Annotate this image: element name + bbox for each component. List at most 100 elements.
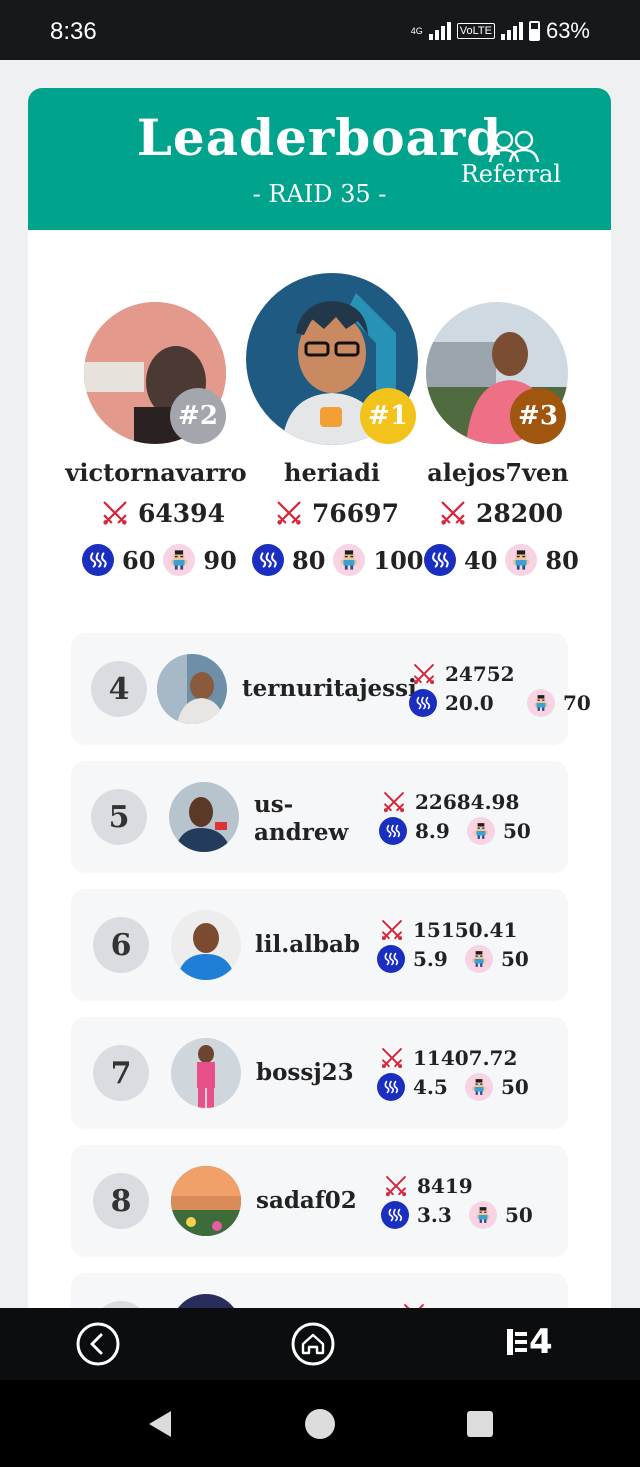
logo-digit: 4 (529, 1322, 553, 1362)
row-score: 11407.72 (379, 1045, 517, 1071)
steem-coin-icon (377, 945, 405, 973)
score-value: 24752 (445, 662, 515, 686)
rank-badge: #2 (170, 388, 226, 444)
pixel-avatar-icon (465, 945, 493, 973)
pixel-value: 80 (545, 545, 579, 575)
score-value: 8419 (417, 1174, 473, 1198)
pixel-value: 50 (501, 1075, 529, 1099)
steem-value: 60 (122, 545, 156, 575)
steem-coin-icon (252, 544, 284, 576)
podium-score: 28200 (438, 498, 563, 528)
leaderboard-row[interactable]: 6 lil.albab 15150.41 5.9 50 (71, 889, 568, 1001)
rank-number: 7 (93, 1045, 149, 1101)
username[interactable]: lil.albab (255, 931, 360, 958)
avatar[interactable] (171, 1038, 241, 1108)
row-score: 22684.98 (381, 789, 519, 815)
avatar[interactable] (157, 654, 227, 724)
score-value: 28200 (476, 498, 563, 528)
crossed-swords-icon (379, 1045, 405, 1071)
pixel-avatar-icon (163, 544, 196, 576)
pixel-avatar-icon (505, 544, 538, 576)
volte-badge: VoLTE (456, 23, 495, 39)
steem-value: 5.9 (413, 947, 448, 971)
podium-name[interactable]: alejos7ven (398, 458, 598, 487)
status-icons: 4G VoLTE 63% (411, 18, 590, 44)
home-circle-icon[interactable] (304, 1408, 336, 1440)
podium-score: 76697 (274, 498, 399, 528)
crossed-swords-icon (379, 917, 405, 943)
row-rewards: 3.3 50 (381, 1201, 533, 1229)
pixel-value: 50 (505, 1203, 533, 1227)
username-line: us- (254, 791, 294, 818)
rank-number: 6 (93, 917, 149, 973)
steem-coin-icon (381, 1201, 409, 1229)
score-value: 22684.98 (415, 790, 520, 814)
users-icon[interactable] (486, 128, 542, 164)
podium-name[interactable]: victornavarro (56, 458, 256, 487)
referral-link[interactable]: Referral (461, 160, 561, 188)
podium-score: 64394 (100, 498, 225, 528)
username-line: andrew (254, 819, 349, 846)
leaderboard-header: Leaderboard - RAID 35 - Referral (28, 88, 611, 230)
signal-icon (428, 22, 451, 40)
leaderboard-row[interactable]: 4 ternuritajessi 24752 20.0 70 (71, 633, 591, 745)
crossed-swords-icon (438, 498, 468, 528)
row-score: 8419 (383, 1173, 473, 1199)
steem-value: 4.5 (413, 1075, 448, 1099)
status-time: 8:36 (50, 18, 97, 45)
avatar[interactable] (171, 910, 241, 980)
pixel-avatar-icon (527, 689, 555, 717)
username[interactable]: ternuritajessi (242, 675, 417, 702)
steem-coin-icon (379, 817, 407, 845)
username[interactable]: sadaf02 (256, 1187, 357, 1214)
steem-coin-icon (82, 544, 114, 576)
row-rewards: 4.5 50 (377, 1073, 529, 1101)
crossed-swords-icon (383, 1173, 409, 1199)
home-icon[interactable] (290, 1321, 336, 1367)
score-value: 11407.72 (413, 1046, 518, 1070)
app-logo[interactable]: H4 4 (505, 1322, 553, 1362)
pixel-value: 90 (203, 545, 237, 575)
steem-coin-icon (377, 1073, 405, 1101)
recents-square-icon[interactable] (466, 1410, 494, 1438)
pixel-avatar-icon (469, 1201, 497, 1229)
avatar[interactable] (169, 782, 239, 852)
pixel-value: 50 (501, 947, 529, 971)
rank-number: 4 (91, 661, 147, 717)
pixel-avatar-icon (333, 544, 366, 576)
leaderboard-row[interactable]: 7 bossj23 11407.72 4.5 50 (71, 1017, 568, 1129)
steem-value: 80 (292, 545, 326, 575)
row-rewards: 20.0 70 (409, 689, 591, 717)
crossed-swords-icon (100, 498, 130, 528)
network-type: 4G (410, 25, 423, 36)
pixel-avatar-icon (465, 1073, 493, 1101)
username[interactable]: us- andrew (254, 791, 348, 847)
system-navigation-bar (0, 1380, 640, 1467)
pixel-value: 50 (503, 819, 531, 843)
back-triangle-icon[interactable] (145, 1408, 175, 1440)
crossed-swords-icon (411, 661, 437, 687)
row-score: 24752 (411, 661, 515, 687)
username[interactable]: bossj23 (256, 1059, 354, 1086)
rank-badge: #1 (360, 388, 416, 444)
signal-icon-2 (500, 22, 523, 40)
battery-icon (528, 21, 540, 41)
pixel-value: 100 (373, 545, 424, 575)
podium-rewards: 60 90 (82, 544, 237, 576)
leaderboard-row[interactable]: 5 us- andrew 22684.98 8.9 50 (71, 761, 568, 873)
back-icon[interactable] (75, 1321, 121, 1367)
leaderboard-row[interactable]: 8 sadaf02 8419 3.3 50 (71, 1145, 568, 1257)
crossed-swords-icon (274, 498, 304, 528)
rank-badge: #3 (510, 388, 566, 444)
pixel-value: 70 (563, 691, 591, 715)
leaderboard-card: Leaderboard - RAID 35 - Referral #2 #1 #… (28, 88, 611, 1328)
row-rewards: 8.9 50 (379, 817, 531, 845)
pixel-avatar-icon (467, 817, 495, 845)
avatar[interactable] (171, 1166, 241, 1236)
status-bar: 8:36 4G VoLTE 63% (0, 0, 640, 60)
rank-number: 5 (91, 789, 147, 845)
row-score: 15150.41 (379, 917, 517, 943)
crossed-swords-icon (381, 789, 407, 815)
steem-coin-icon (409, 689, 437, 717)
steem-value: 3.3 (417, 1203, 452, 1227)
